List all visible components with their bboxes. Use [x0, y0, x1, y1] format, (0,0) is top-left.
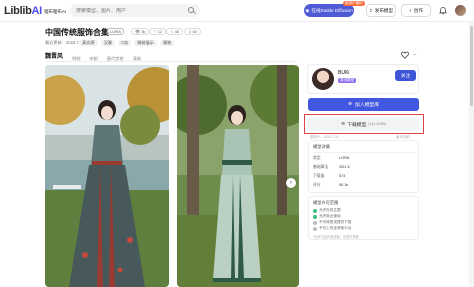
- search-icon[interactable]: [188, 7, 194, 13]
- more-options-icon[interactable]: ···: [413, 52, 417, 58]
- author-avatar[interactable]: [312, 68, 334, 90]
- download-icon: ⊖: [341, 121, 346, 127]
- logo-subtitle: 哩布哩布AI: [43, 8, 67, 14]
- top-header: LiblibAI 哩布哩布AI ◉ 在线Stable Diffusion 新用户…: [0, 0, 474, 22]
- tag-item[interactable]: 真实感: [79, 40, 98, 46]
- info-row: 基础算法 SD1.5: [313, 165, 350, 169]
- publish-label: 发布模型: [374, 7, 394, 13]
- license-item: 不可转售或提供下载: [313, 220, 351, 225]
- download-model-button[interactable]: ⊖ 下载模型 (144.11MB): [308, 117, 419, 131]
- stat-downloads: ⇩ 60: [184, 28, 201, 35]
- tag-list: 真实感 汉服 C站 服装展示 服装: [79, 40, 175, 46]
- license-title: 模型许可范围: [313, 200, 339, 205]
- license-note: *此许可由作者设置，请遵守条款: [313, 235, 359, 239]
- favorite-icon[interactable]: [401, 51, 409, 59]
- download-label: 下载模型: [347, 122, 367, 128]
- info-row: 评分 90.1k: [313, 183, 349, 187]
- online-sd-label: 在线Stable Diffusion: [311, 7, 353, 13]
- preview-image-1[interactable]: [45, 65, 169, 287]
- tag-item[interactable]: 服装: [159, 40, 175, 46]
- version-notes-link[interactable]: 版本说明: [396, 134, 410, 139]
- preview-image-2-art: [177, 65, 299, 287]
- author-badge: 原创模型: [338, 78, 357, 83]
- logo[interactable]: LiblibAI 哩布哩布AI: [4, 4, 66, 18]
- new-user-badge: 新用户福利: [343, 1, 365, 6]
- add-library-label: 加入模型库: [355, 103, 380, 108]
- divider: [313, 152, 416, 153]
- stat-stars: ☆ 45: [166, 28, 184, 35]
- cross-icon: [313, 220, 317, 225]
- license-card: 模型许可范围 允许在线生图 允许商业使用 不可转售或提供下载 不可上传至其他平台…: [308, 196, 419, 240]
- model-title: 中国传统服饰合集: [45, 28, 109, 37]
- scrollbar-thumb[interactable]: [470, 26, 473, 106]
- updated-time: 更新于：2023.7.31: [310, 135, 339, 139]
- model-info-card: 模型详情 类型 LORA 基础算法 SD1.5 下载量 574 评分 90.1k: [308, 140, 419, 193]
- publish-model-button[interactable]: ⇪ 发布模型: [366, 4, 396, 17]
- tab-divider: [45, 61, 298, 62]
- bell-icon[interactable]: [439, 6, 447, 15]
- user-avatar[interactable]: [455, 5, 466, 16]
- next-image-button[interactable]: ›: [286, 178, 296, 188]
- preview-image-2[interactable]: [177, 65, 299, 287]
- license-item: 允许在线生图: [313, 208, 341, 213]
- tag-item[interactable]: 汉服: [100, 40, 115, 46]
- preview-image-1-art: [45, 65, 169, 287]
- tag-item[interactable]: C站: [117, 40, 132, 46]
- logo-text: LiblibAI: [4, 5, 42, 17]
- create-button[interactable]: + 创作: [401, 4, 431, 17]
- plus-icon: +: [409, 8, 412, 13]
- upload-icon: ⇪: [368, 7, 373, 13]
- plus-circle-icon: ⊕: [347, 102, 353, 107]
- sd-icon: ◉: [305, 7, 310, 13]
- author-name[interactable]: BUKi: [338, 70, 349, 76]
- info-row: 下载量 574: [313, 174, 346, 178]
- tag-item[interactable]: 服装展示: [134, 40, 157, 46]
- follow-button[interactable]: 关注: [395, 70, 416, 81]
- search-bar[interactable]: [70, 4, 200, 17]
- cross-icon: [313, 226, 317, 231]
- search-input[interactable]: [76, 7, 186, 14]
- check-icon: [313, 208, 317, 213]
- stat-views: 👁 3k: [131, 28, 150, 35]
- download-size: (144.11MB): [368, 122, 386, 126]
- info-row: 类型 LORA: [313, 156, 350, 160]
- license-item: 不可上传至其他平台: [313, 226, 351, 231]
- license-item: 允许商业使用: [313, 214, 341, 219]
- info-title: 模型详情: [313, 144, 330, 149]
- add-to-library-button[interactable]: ⊕ 加入模型库: [308, 98, 419, 111]
- stat-likes: ♡ 12: [149, 28, 167, 35]
- model-type-tag: LORA: [107, 28, 124, 35]
- author-card: BUKi 原创模型 关注: [307, 64, 419, 94]
- check-icon: [313, 214, 317, 219]
- create-label: 创作: [413, 7, 423, 13]
